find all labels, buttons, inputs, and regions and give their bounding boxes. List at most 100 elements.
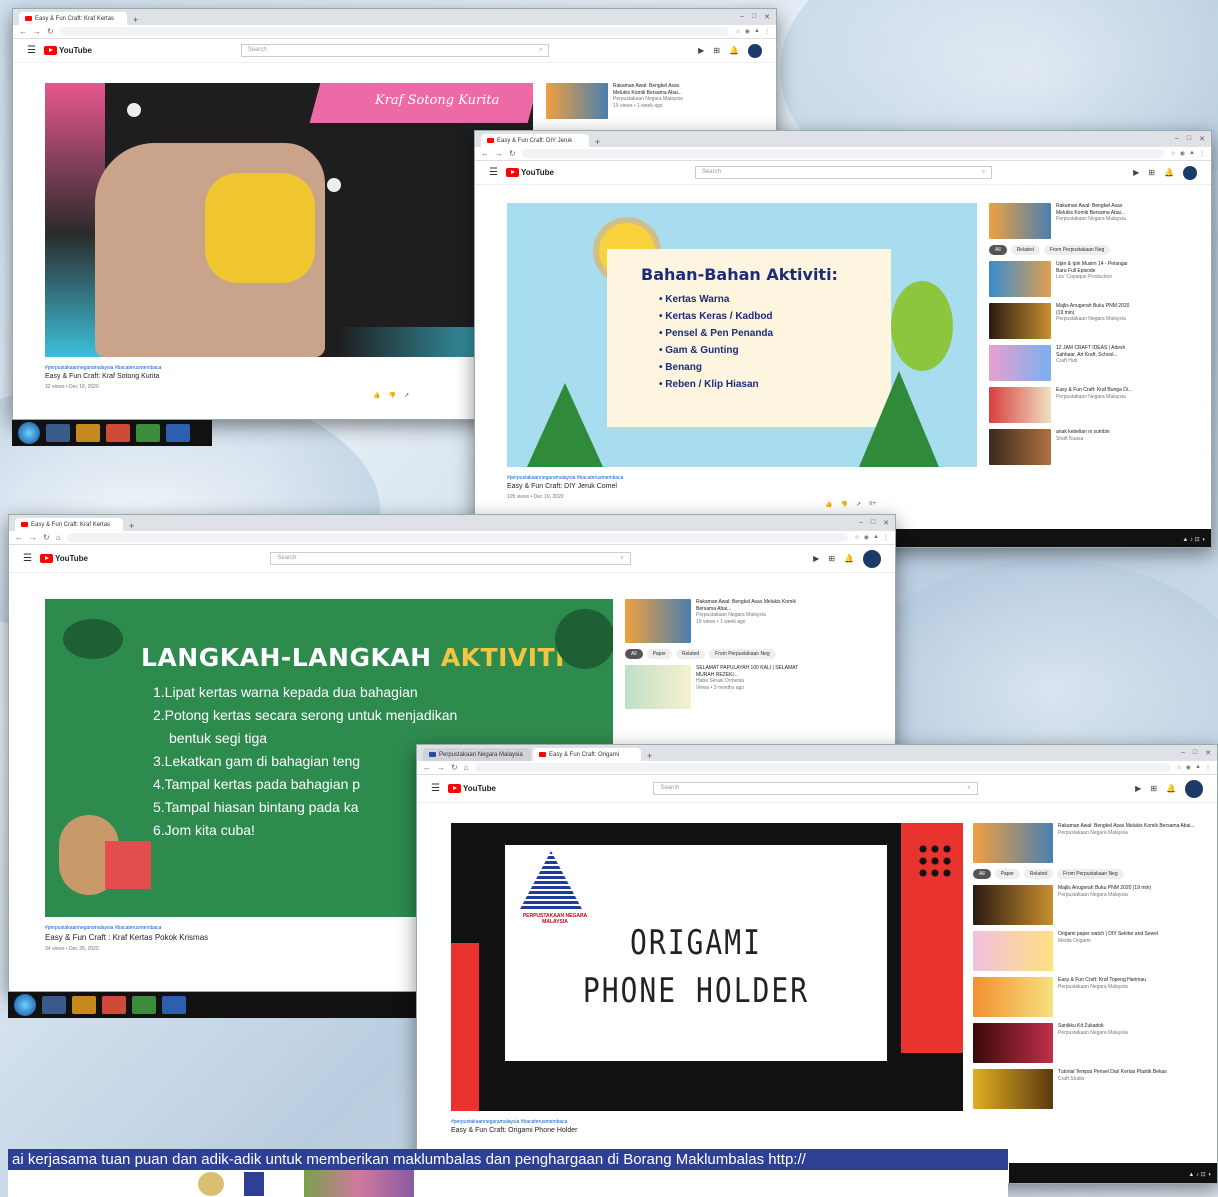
forward-icon[interactable]: →	[29, 533, 37, 542]
like-icon[interactable]: 👍	[373, 392, 380, 399]
video-tags[interactable]: #perpustakaannegaramalaysia #bacaterusme…	[451, 1119, 577, 1125]
close-icon[interactable]: ✕	[1205, 749, 1211, 757]
list-item[interactable]: Rakaman Awal: Bengkel Asas Melukis Komik…	[625, 599, 816, 643]
new-tab-button[interactable]: +	[125, 521, 138, 531]
list-item[interactable]: Upin & Ipin Musim 14 - Pelangai Baru Ful…	[989, 261, 1134, 297]
like-icon[interactable]: 👍	[825, 501, 832, 508]
camera-icon[interactable]: ▶	[698, 46, 704, 55]
search-icon[interactable]: ⌕	[620, 555, 623, 562]
chip-from-channel[interactable]: From Perpustakaan Neg	[1057, 869, 1124, 879]
search-icon[interactable]: ⌕	[982, 169, 985, 176]
chip-all[interactable]: All	[973, 869, 991, 879]
apps-icon[interactable]: ⊞	[828, 554, 835, 563]
video-tags[interactable]: #perpustakaannegaramalaysia #bacaterusme…	[45, 925, 208, 931]
search-input[interactable]: Search ⌕	[653, 782, 978, 795]
camera-icon[interactable]: ▶	[1133, 168, 1139, 177]
search-icon[interactable]: ⌕	[539, 47, 542, 54]
list-item[interactable]: anak kebelian ni sumbin Shaft Kuasa	[989, 429, 1134, 465]
list-item[interactable]: Rakaman Awal: Bengkel Asas Melukis Komik…	[989, 203, 1134, 239]
browser-tab[interactable]: Easy & Fun Craft: DIY Jeruk	[481, 134, 589, 147]
reload-icon[interactable]: ↻	[451, 763, 458, 772]
reload-icon[interactable]: ↻	[509, 149, 516, 158]
taskbar-app-button[interactable]	[132, 996, 156, 1014]
chip-paper[interactable]: Paper	[646, 649, 672, 659]
avatar[interactable]	[863, 549, 881, 568]
taskbar-app-button[interactable]	[76, 424, 100, 442]
close-icon[interactable]: ✕	[764, 13, 770, 21]
camera-icon[interactable]: ▶	[813, 554, 819, 563]
avatar[interactable]	[1183, 165, 1197, 180]
list-item[interactable]: SELAMAT PAPULAYAH 100 KALI | SELAMAT MUR…	[625, 665, 816, 709]
taskbar-app-button[interactable]	[136, 424, 160, 442]
chip-related[interactable]: Related	[1023, 869, 1054, 879]
video-player[interactable]: Kraf Sotong Kurita	[45, 83, 533, 357]
forward-icon[interactable]: →	[495, 149, 503, 158]
menu-icon[interactable]: ☰	[23, 553, 32, 564]
reload-icon[interactable]: ↻	[43, 533, 50, 542]
list-item[interactable]: Rakaman Awal: Bengkel Asas Melukis Komik…	[546, 83, 691, 119]
video-tags[interactable]: #perpustakaannegaramalaysia #bacaterusme…	[45, 365, 161, 371]
bell-icon[interactable]: 🔔	[844, 554, 854, 563]
chip-from-channel[interactable]: From Perpustakaan Neg	[1043, 245, 1111, 255]
list-item[interactable]: Tutorial Tempat Pensel Dari Kertas Plast…	[973, 1069, 1198, 1109]
maximize-icon[interactable]: □	[752, 13, 756, 21]
taskbar-app-button[interactable]	[72, 996, 96, 1014]
close-icon[interactable]: ✕	[883, 519, 889, 527]
back-icon[interactable]: ←	[15, 533, 23, 542]
bell-icon[interactable]: 🔔	[729, 46, 739, 55]
camera-icon[interactable]: ▶	[1135, 784, 1141, 793]
forward-icon[interactable]: →	[437, 763, 445, 772]
minimize-icon[interactable]: –	[1175, 135, 1179, 143]
taskbar-app-button[interactable]	[46, 424, 70, 442]
back-icon[interactable]: ←	[481, 149, 489, 158]
dislike-icon[interactable]: 👎	[840, 501, 847, 508]
new-tab-button[interactable]: +	[591, 137, 604, 147]
menu-icon[interactable]: ☰	[27, 45, 36, 56]
chip-paper[interactable]: Paper	[994, 869, 1020, 879]
list-item[interactable]: Rakaman Awal: Bengkel Asas Melukis Komik…	[973, 823, 1198, 863]
start-button[interactable]	[18, 422, 40, 444]
search-icon[interactable]: ⌕	[967, 785, 970, 792]
search-input[interactable]: Search ⌕	[270, 552, 631, 565]
video-tags[interactable]: #perpustakaannegaramalaysia #bacaterusme…	[507, 475, 623, 481]
avatar[interactable]	[747, 43, 762, 58]
forward-icon[interactable]: →	[33, 27, 41, 36]
taskbar-app-button[interactable]	[42, 996, 66, 1014]
new-tab-button[interactable]: +	[129, 15, 142, 25]
back-icon[interactable]: ←	[423, 763, 431, 772]
apps-icon[interactable]: ⊞	[1150, 784, 1157, 793]
list-item[interactable]: Sanikku Kit Zukadok Perpustakaan Negara M…	[973, 1023, 1198, 1063]
minimize-icon[interactable]: –	[859, 519, 863, 527]
minimize-icon[interactable]: –	[740, 13, 744, 21]
taskbar-app-button[interactable]	[166, 424, 190, 442]
reload-icon[interactable]: ↻	[47, 27, 54, 36]
dislike-icon[interactable]: 👎	[388, 392, 395, 399]
list-item[interactable]: Easy & Fun Craft: Kraf Topeng Harimau Per…	[973, 977, 1198, 1017]
chip-related[interactable]: Related	[1010, 245, 1040, 255]
list-item[interactable]: 12 JAM CRAFT IDEAS | Adesh Sahhaar, Art …	[989, 345, 1134, 381]
taskbar-app-button[interactable]	[106, 424, 130, 442]
browser-tab[interactable]: Easy & Fun Craft: Origami	[533, 748, 641, 761]
chip-all[interactable]: All	[625, 649, 643, 659]
browser-tab[interactable]: Perpustakaan Negara Malaysia	[423, 748, 531, 761]
home-icon[interactable]: ⌂	[56, 533, 61, 542]
browser-tab[interactable]: Easy & Fun Craft: Kraf Kertas	[19, 12, 127, 25]
bell-icon[interactable]: 🔔	[1166, 784, 1176, 793]
youtube-logo[interactable]: YouTube	[447, 784, 496, 793]
chip-from-channel[interactable]: From Perpustakaan Neg	[709, 649, 776, 659]
maximize-icon[interactable]: □	[871, 519, 875, 527]
list-item[interactable]: Majlis Anugerah Buku PNM 2020 (19 min) Pe…	[973, 885, 1198, 925]
taskbar-app-button[interactable]	[102, 996, 126, 1014]
taskbar-app-button[interactable]	[162, 996, 186, 1014]
youtube-logo[interactable]: YouTube	[39, 554, 88, 563]
url-field[interactable]	[59, 27, 730, 36]
home-icon[interactable]: ⌂	[464, 763, 469, 772]
video-player[interactable]: Bahan-Bahan Aktiviti: • Kertas Warna • K…	[507, 203, 977, 467]
apps-icon[interactable]: ⊞	[713, 46, 720, 55]
chip-all[interactable]: All	[989, 245, 1007, 255]
maximize-icon[interactable]: □	[1193, 749, 1197, 757]
share-icon[interactable]: ↗	[856, 501, 861, 508]
menu-icon[interactable]: ☰	[489, 167, 498, 178]
start-button[interactable]	[14, 994, 36, 1016]
close-icon[interactable]: ✕	[1199, 135, 1205, 143]
